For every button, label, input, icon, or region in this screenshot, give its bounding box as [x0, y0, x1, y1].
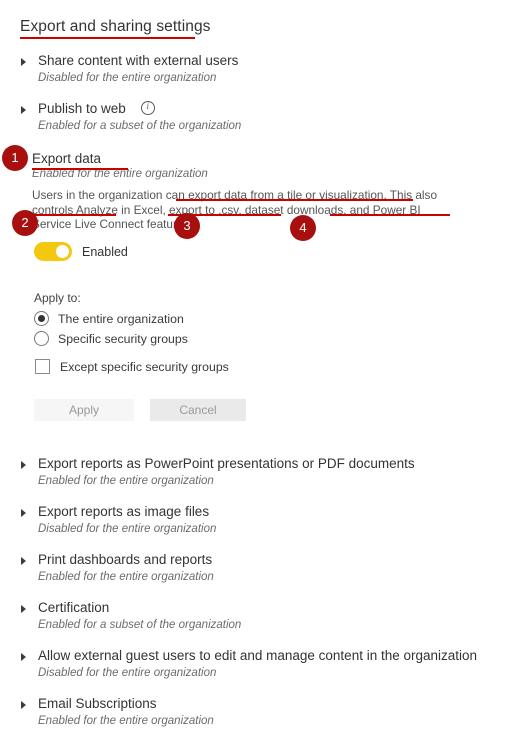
setting-title: Print dashboards and reports	[38, 552, 213, 567]
checkbox-label: Except specific security groups	[60, 359, 229, 374]
underline-power-bi-service-live-connect	[330, 214, 450, 216]
chevron-right-icon[interactable]	[20, 458, 29, 472]
apply-button[interactable]: Apply	[34, 399, 134, 421]
annotation-badge-3: 3	[174, 213, 200, 239]
setting-row-share-content-external-users[interactable]: Share content with external users Disabl…	[20, 52, 506, 86]
setting-status: Disabled for the entire organization	[38, 523, 217, 535]
annotation-badge-1: 1	[2, 145, 28, 171]
export-data-title[interactable]: Export data	[32, 151, 101, 166]
setting-row-publish-to-web[interactable]: Publish to web Enabled for a subset of t…	[20, 100, 506, 134]
setting-header[interactable]: Allow external guest users to edit and m…	[20, 647, 506, 664]
setting-status: Enabled for a subset of the organization	[38, 619, 242, 631]
setting-row-export-reports-image-files[interactable]: Export reports as image files Disabled f…	[20, 503, 506, 537]
setting-title: Publish to web	[38, 101, 126, 116]
export-data-description: Users in the organization can export dat…	[32, 188, 438, 232]
apply-to-label: Apply to:	[34, 291, 81, 305]
setting-status: Disabled for the entire organization	[38, 72, 217, 84]
chevron-right-icon[interactable]	[20, 103, 29, 117]
setting-title: Share content with external users	[38, 53, 239, 68]
page-title: Export and sharing settings	[20, 18, 211, 35]
setting-status: Enabled for a subset of the organization	[38, 120, 242, 132]
underline-export-data-title	[32, 168, 128, 170]
export-data-toggle-row[interactable]: Enabled	[34, 242, 128, 261]
annotation-badge-2: 2	[12, 210, 38, 236]
toggle-label: Enabled	[82, 244, 128, 259]
radio-button-icon[interactable]	[34, 311, 49, 326]
underline-analyze-in-excel	[32, 214, 116, 216]
setting-row-allow-external-guest-users[interactable]: Allow external guest users to edit and m…	[20, 647, 506, 681]
cancel-button[interactable]: Cancel	[150, 399, 246, 421]
setting-title: Allow external guest users to edit and m…	[38, 648, 478, 663]
radio-label: Specific security groups	[58, 331, 188, 346]
setting-header[interactable]: Share content with external users	[20, 52, 506, 69]
radio-entire-organization[interactable]: The entire organization	[34, 311, 184, 326]
underline-page-title	[20, 37, 195, 39]
radio-specific-security-groups[interactable]: Specific security groups	[34, 331, 188, 346]
annotation-badge-4: 4	[290, 215, 316, 241]
setting-header[interactable]: Publish to web	[20, 100, 506, 117]
setting-header[interactable]: Email Subscriptions	[20, 695, 506, 712]
setting-title: Email Subscriptions	[38, 696, 157, 711]
setting-status: Enabled for the entire organization	[38, 571, 214, 583]
info-icon[interactable]	[140, 100, 155, 115]
checkbox-except-specific-security-groups[interactable]: Except specific security groups	[35, 359, 229, 374]
chevron-right-icon[interactable]	[20, 554, 29, 568]
underline-export-data-phrase	[176, 199, 413, 201]
setting-title: Export reports as image files	[38, 504, 210, 519]
chevron-right-icon[interactable]	[20, 650, 29, 664]
setting-header[interactable]: Certification	[20, 599, 506, 616]
chevron-right-icon[interactable]	[20, 506, 29, 520]
chevron-right-icon[interactable]	[20, 55, 29, 69]
setting-row-print-dashboards-reports[interactable]: Print dashboards and reports Enabled for…	[20, 551, 506, 585]
setting-row-export-reports-powerpoint-pdf[interactable]: Export reports as PowerPoint presentatio…	[20, 455, 506, 489]
setting-header[interactable]: Export reports as image files	[20, 503, 506, 520]
chevron-right-icon[interactable]	[20, 698, 29, 712]
chevron-right-icon[interactable]	[20, 602, 29, 616]
setting-status: Disabled for the entire organization	[38, 667, 217, 679]
export-sharing-settings-page: Export and sharing settings Share conten…	[0, 0, 514, 736]
setting-title: Certification	[38, 600, 110, 615]
radio-label: The entire organization	[58, 311, 184, 326]
checkbox-icon[interactable]	[35, 359, 50, 374]
toggle-knob	[56, 245, 69, 258]
setting-header[interactable]: Export reports as PowerPoint presentatio…	[20, 455, 506, 472]
setting-row-certification[interactable]: Certification Enabled for a subset of th…	[20, 599, 506, 633]
setting-header[interactable]: Print dashboards and reports	[20, 551, 506, 568]
export-data-toggle[interactable]	[34, 242, 72, 261]
setting-status: Enabled for the entire organization	[38, 715, 214, 727]
setting-status: Enabled for the entire organization	[38, 475, 214, 487]
setting-row-email-subscriptions[interactable]: Email Subscriptions Enabled for the enti…	[20, 695, 506, 729]
setting-title: Export reports as PowerPoint presentatio…	[38, 456, 415, 471]
radio-button-icon[interactable]	[34, 331, 49, 346]
